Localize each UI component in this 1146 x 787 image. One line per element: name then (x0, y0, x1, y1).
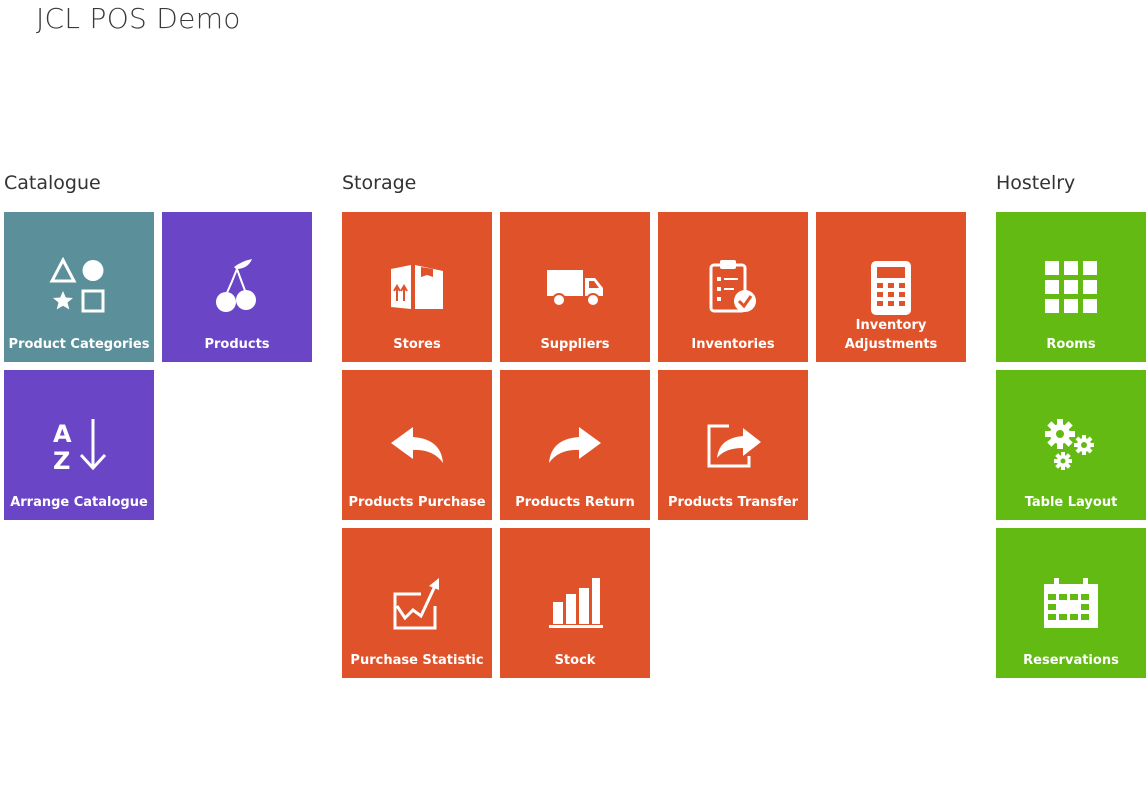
tile-inventories[interactable]: Inventories (658, 212, 808, 362)
tile-label: Rooms (1046, 337, 1096, 352)
tile-product-categories[interactable]: Product Categories (4, 212, 154, 362)
tile-label: Inventories (691, 337, 775, 352)
tile-label: Purchase Statistic (350, 653, 484, 668)
tile-label: Reservations (1023, 653, 1119, 668)
tile-label: Products (204, 337, 270, 352)
tile-stock[interactable]: Stock (500, 528, 650, 678)
group-title-catalogue: Catalogue (4, 172, 101, 194)
tile-label: Products Purchase (348, 495, 486, 510)
svg-text:Z: Z (53, 447, 70, 475)
group-title-storage: Storage (342, 172, 417, 194)
tile-label: Arrange Catalogue (10, 495, 148, 510)
bar-chart-icon (500, 571, 650, 635)
tile-suppliers[interactable]: Suppliers (500, 212, 650, 362)
tile-inventory-adjustments[interactable]: Inventory Adjustments (816, 212, 966, 362)
calendar-icon (996, 571, 1146, 635)
tile-reservations[interactable]: Reservations (996, 528, 1146, 678)
tile-label: Table Layout (1024, 495, 1118, 510)
tile-products-transfer[interactable]: Products Transfer (658, 370, 808, 520)
truck-icon (500, 255, 650, 319)
tile-label: Stock (554, 653, 596, 668)
tile-rooms[interactable]: Rooms (996, 212, 1146, 362)
tile-arrange-catalogue[interactable]: A Z Arrange Catalogue (4, 370, 154, 520)
group-title-hostelry: Hostelry (996, 172, 1076, 194)
trend-chart-icon (342, 571, 492, 635)
calculator-icon (816, 256, 966, 320)
arrow-forward-icon (500, 413, 650, 477)
tile-products[interactable]: Products (162, 212, 312, 362)
tile-products-return[interactable]: Products Return (500, 370, 650, 520)
tile-label: Suppliers (540, 337, 610, 352)
tile-stores[interactable]: Stores (342, 212, 492, 362)
svg-text:A: A (53, 420, 72, 448)
tile-purchase-statistic[interactable]: Purchase Statistic (342, 528, 492, 678)
clipboard-check-icon (658, 255, 808, 319)
tile-label: Stores (393, 337, 441, 352)
tile-products-purchase[interactable]: Products Purchase (342, 370, 492, 520)
gears-icon (996, 413, 1146, 477)
tile-label: Products Return (515, 495, 635, 510)
arrow-back-icon (342, 413, 492, 477)
tile-label: Products Transfer (667, 495, 799, 510)
shapes-icon (4, 255, 154, 319)
grid-icon (996, 255, 1146, 319)
app-title: JCL POS Demo (36, 2, 241, 35)
tile-label: Product Categories (8, 337, 150, 352)
tile-table-layout[interactable]: Table Layout (996, 370, 1146, 520)
tile-label: Inventory Adjustments (844, 318, 938, 352)
cherries-icon (162, 255, 312, 319)
box-icon (342, 255, 492, 319)
sort-az-icon: A Z (4, 413, 154, 477)
share-icon (658, 413, 808, 477)
